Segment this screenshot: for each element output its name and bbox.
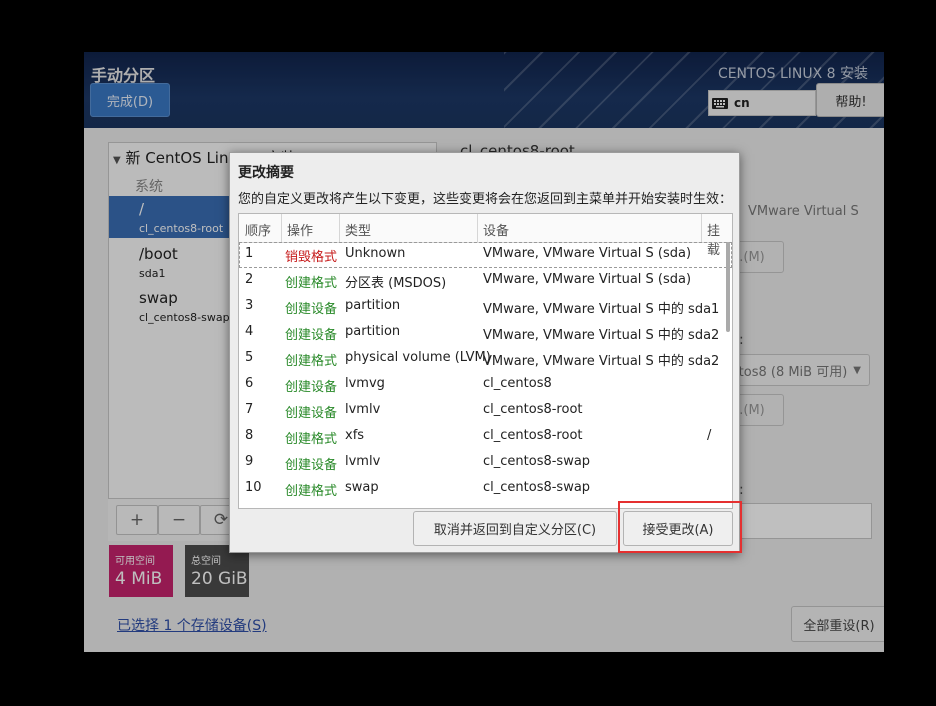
cell-device: cl_centos8 [483,376,552,391]
cell-type: lvmvg [345,376,385,391]
table-scrollbar[interactable] [726,242,730,332]
cell-order: 7 [245,402,254,417]
table-row[interactable]: 3 创建设备 partition VMware, VMware Virtual S 中… [239,294,732,320]
column-header-type[interactable]: 类型 [345,220,371,239]
cell-action: 创建设备 [285,458,338,473]
table-row[interactable]: 1 销毁格式 Unknown VMware, VMware Virtual S (sd… [239,242,732,268]
add-mount-point-button[interactable]: + [116,505,158,535]
column-divider [281,214,282,242]
cell-device: VMware, VMware Virtual S 中的 sda1 [483,302,720,317]
remove-mount-point-button[interactable]: − [158,505,200,535]
product-title: CENTOS LINUX 8 安装 [717,66,868,82]
cell-device: VMware, VMware Virtual S 中的 sda2 [483,328,720,343]
header-bar: 手动分区 完成(D) CENTOS LINUX 8 安装 cn 帮助! [84,52,884,128]
mount-point-name: / [139,200,145,218]
column-divider [339,214,340,242]
cell-device: cl_centos8-root [483,402,583,417]
volume-group-value: tos8 (8 MiB 可用) [738,364,848,380]
help-button[interactable]: 帮助! [816,83,884,117]
available-space-value: 4 MiB [115,569,163,589]
column-header-action[interactable]: 操作 [287,220,313,239]
table-row[interactable]: 8 创建格式 xfs cl_centos8-root / [239,424,732,450]
mount-point-device: cl_centos8-root [139,222,224,235]
reset-all-button[interactable]: 全部重设(R) [791,606,884,642]
cell-action: 创建设备 [285,328,338,343]
available-space-label: 可用空间 [115,556,155,567]
cell-type: lvmlv [345,454,381,469]
mount-point-device: sda1 [139,267,166,280]
dialog-description: 您的自定义更改将产生以下变更，这些变更将会在您返回到主菜单并开始安装时生效： [238,192,733,207]
cell-action: 创建格式 [285,432,338,447]
mount-point-name: /boot [139,245,178,263]
cell-type: physical volume (LVM) [345,350,491,365]
cell-order: 2 [245,272,254,287]
keyboard-layout-label: cn [734,96,750,110]
section-header-system: 系统 [135,179,163,195]
keyboard-layout-indicator[interactable]: cn [708,90,816,116]
cell-device: cl_centos8-swap [483,454,591,469]
table-row[interactable]: 5 创建格式 physical volume (LVM) VMware, VMware… [239,346,732,372]
cell-type: Unknown [345,246,406,261]
table-row[interactable]: 7 创建设备 lvmlv cl_centos8-root [239,398,732,424]
cell-device: cl_centos8-swap [483,480,591,495]
cell-action: 创建设备 [285,380,338,395]
selected-devices-link[interactable]: 已选择 1 个存储设备(S) [117,615,267,635]
cell-type: partition [345,298,401,313]
cell-device: VMware, VMware Virtual S 中的 sda2 [483,354,720,369]
dialog-title: 更改摘要 [238,165,294,181]
cell-order: 8 [245,428,254,443]
cell-type: xfs [345,428,365,443]
table-row[interactable]: 10 创建格式 swap cl_centos8-swap [239,476,732,502]
summary-of-changes-dialog: 更改摘要 您的自定义更改将产生以下变更，这些变更将会在您返回到主菜单并开始安装时… [229,152,740,553]
volume-group-select[interactable]: tos8 (8 MiB 可用) ▼ [724,354,870,386]
cell-order: 9 [245,454,254,469]
cell-order: 4 [245,324,254,339]
cell-type: swap [345,480,379,495]
cell-device: cl_centos8-root [483,428,583,443]
cell-order: 6 [245,376,254,391]
cell-device: VMware, VMware Virtual S (sda) [483,272,692,287]
cancel-and-return-button[interactable]: 取消并返回到自定义分区(C) [413,511,617,546]
cell-action: 销毁格式 [285,250,338,265]
table-header: 顺序 操作 类型 设备 挂载 [239,214,732,258]
cell-action: 创建格式 [285,484,338,499]
available-space-badge: 可用空间 4 MiB [109,545,173,597]
column-header-device[interactable]: 设备 [483,220,509,239]
total-space-value: 20 GiB [191,569,248,589]
done-button[interactable]: 完成(D) [90,83,170,117]
cell-order: 10 [245,480,262,495]
mount-point-device: cl_centos8-swap [139,311,230,324]
cell-mount: / [707,428,712,443]
column-divider [477,214,478,242]
cell-type: partition [345,324,401,339]
keyboard-icon [712,97,728,109]
table-row[interactable]: 2 创建格式 分区表 (MSDOS) VMware, VMware Virtual S… [239,268,732,294]
cell-type: 分区表 (MSDOS) [345,276,447,291]
cell-order: 5 [245,350,254,365]
table-row[interactable]: 6 创建设备 lvmvg cl_centos8 [239,372,732,398]
cell-order: 3 [245,298,254,313]
table-row[interactable]: 9 创建设备 lvmlv cl_centos8-swap [239,450,732,476]
cell-action: 创建格式 [285,354,338,369]
column-divider [701,214,702,242]
name-input[interactable] [724,503,872,539]
expander-icon: ▼ [113,155,121,166]
mount-point-name: swap [139,289,178,307]
chevron-down-icon: ▼ [853,364,861,376]
changes-table: 顺序 操作 类型 设备 挂载 1 销毁格式 Unknown VMware, VMwar… [238,213,733,509]
cell-order: 1 [245,246,254,261]
table-body: 1 销毁格式 Unknown VMware, VMware Virtual S (sd… [239,242,732,508]
cell-action: 创建设备 [285,302,338,317]
accept-changes-button[interactable]: 接受更改(A) [623,511,733,546]
cell-device: VMware, VMware Virtual S (sda) [483,246,692,261]
column-header-order[interactable]: 顺序 [245,220,271,239]
total-space-label: 总空间 [191,556,221,567]
cell-action: 创建格式 [285,276,338,291]
cell-action: 创建设备 [285,406,338,421]
device-description: VMware Virtual S [748,204,859,219]
table-row[interactable]: 4 创建设备 partition VMware, VMware Virtual S 中… [239,320,732,346]
cell-type: lvmlv [345,402,381,417]
